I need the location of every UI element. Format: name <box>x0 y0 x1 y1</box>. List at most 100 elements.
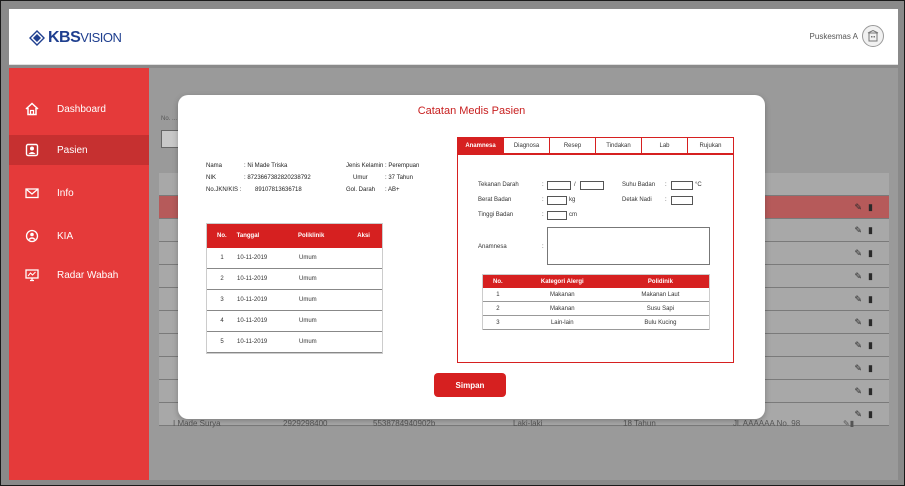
tab-resep[interactable]: Resep <box>550 138 596 153</box>
tab-rujukan[interactable]: Rujukan <box>688 138 733 153</box>
row-actions[interactable]: ✎▮ <box>855 225 880 236</box>
cell-tanggal: 10-11-2019 <box>237 255 268 261</box>
cell-no: 3 <box>220 297 224 303</box>
sidebar-item-info[interactable]: Info <box>9 178 149 208</box>
row-actions[interactable]: ✎▮ <box>855 317 880 328</box>
row-name: I Made Surya <box>173 419 221 428</box>
colon: : <box>665 182 667 188</box>
tab-lab[interactable]: Lab <box>642 138 688 153</box>
cell-tanggal: 10-11-2019 <box>237 339 268 345</box>
tab-anamnesa[interactable]: Anamnesa <box>458 138 504 153</box>
sidebar-item-dashboard[interactable]: Dashboard <box>9 94 149 124</box>
home-icon <box>25 102 39 116</box>
table-row[interactable]: 1 10-11-2019 Umum <box>207 248 382 269</box>
sidebar-item-radar-wabah[interactable]: Radar Wabah <box>9 260 149 290</box>
table-row[interactable]: 3 Lain-lain Bulu Kucing <box>483 316 709 330</box>
cm-unit: cm <box>569 212 577 218</box>
medical-record-modal: Catatan Medis Pasien Nama : Ni Made Tris… <box>178 95 765 419</box>
col-no: No. <box>216 233 227 239</box>
row-phone: 2929298400 <box>283 419 328 428</box>
logo[interactable]: KBSVISION <box>29 29 122 47</box>
cell-polidinik: Susu Sapi <box>646 305 675 312</box>
row-actions[interactable]: ✎▮ <box>855 386 880 397</box>
tekanan-label: Tekanan Darah <box>478 182 519 188</box>
slash: / <box>574 182 576 188</box>
row-actions[interactable]: ✎▮ <box>855 248 880 259</box>
visit-table: No. Tanggal Poliklinik Aksi 1 10-11-2019… <box>206 223 383 354</box>
colon: : <box>542 182 544 188</box>
sidebar-item-pasien[interactable]: Pasien <box>9 135 149 165</box>
umur-label: Umur <box>353 175 368 181</box>
mail-icon <box>25 186 39 200</box>
cell-poliklinik: Umum <box>299 255 317 261</box>
suhu-input[interactable] <box>671 181 693 190</box>
cell-no: 1 <box>220 255 224 261</box>
row-gender: Laki-laki <box>513 419 543 428</box>
row-age: 18 Tahun <box>623 419 656 428</box>
allergy-table: No. Kategori Alergi Polidinik 1 Makanan … <box>482 274 710 330</box>
cell-poliklinik: Umum <box>299 276 317 282</box>
diastolic-input[interactable] <box>580 181 604 190</box>
logo-text: KBSVISION <box>48 29 122 47</box>
sidebar-item-kia[interactable]: KIA <box>9 221 149 251</box>
top-bar: KBSVISION Puskesmas A <box>9 9 898 65</box>
umur-value: : 37 Tahun <box>385 175 413 181</box>
avatar[interactable] <box>862 25 884 47</box>
tinggi-input[interactable] <box>547 211 567 220</box>
tab-diagnosa[interactable]: Diagnosa <box>504 138 550 153</box>
row-address: Jl. AAAAAA No. 98 <box>733 419 801 428</box>
sidebar: Dashboard Pasien Info KIA Radar Wabah <box>9 68 149 480</box>
logo-sub: VISION <box>80 30 122 45</box>
nadi-input[interactable] <box>671 196 693 205</box>
jkn-value: 89107813636718 <box>255 187 302 193</box>
building-icon <box>867 30 879 42</box>
table-row[interactable]: 4 10-11-2019 Umum <box>207 311 382 332</box>
row-actions[interactable]: ✎▮ <box>855 363 880 374</box>
tab-tindakan[interactable]: Tindakan <box>596 138 642 153</box>
row-actions[interactable]: ✎▮ <box>855 294 880 305</box>
berat-input[interactable] <box>547 196 567 205</box>
colon: : <box>542 244 544 250</box>
col-kategori: Kategori Alergi <box>540 278 584 285</box>
row-actions[interactable]: ✎▮ <box>843 419 854 428</box>
col-polidinik: Polidinik <box>647 278 673 285</box>
table-row[interactable]: 2 Makanan Susu Sapi <box>483 302 709 316</box>
nadi-label: Detak Nadi <box>622 197 652 203</box>
sidebar-item-label: KIA <box>57 230 74 242</box>
row-id: 5538784940902b <box>373 419 436 428</box>
col-aksi: Aksi <box>357 233 370 239</box>
row-actions[interactable]: ✎▮ <box>855 271 880 282</box>
colon: : <box>665 197 667 203</box>
anamnesa-textarea[interactable] <box>547 227 710 265</box>
gol-value: : AB+ <box>385 187 400 193</box>
cell-tanggal: 10-11-2019 <box>237 318 268 324</box>
berat-label: Berat Badan <box>478 197 512 203</box>
record-tabs: Anamnesa Diagnosa Resep Tindakan Lab Ruj… <box>457 137 734 154</box>
sidebar-item-label: Info <box>57 187 74 199</box>
table-row[interactable]: 1 Makanan Makanan Laut <box>483 288 709 302</box>
cell-tanggal: 10-11-2019 <box>237 297 268 303</box>
anamnesa-label: Anamnesa <box>478 244 507 250</box>
visit-table-header: No. Tanggal Poliklinik Aksi <box>207 224 382 248</box>
last-table-row[interactable]: I Made Surya 2929298400 5538784940902b L… <box>173 419 879 428</box>
user-menu[interactable]: Puskesmas A <box>810 25 884 47</box>
kg-unit: kg <box>569 197 576 203</box>
table-row[interactable]: 2 10-11-2019 Umum <box>207 269 382 290</box>
screen-frame: KBSVISION Puskesmas A Dashboard Pasien I… <box>0 0 905 486</box>
cell-kategori: Lain-lain <box>550 319 574 326</box>
modal-title: Catatan Medis Pasien <box>417 105 526 117</box>
cell-no: 4 <box>220 318 224 324</box>
cell-kategori: Makanan <box>549 291 575 298</box>
colon: : <box>542 197 544 203</box>
table-row[interactable]: 5 10-11-2019 Umum <box>207 332 382 353</box>
user-name: Puskesmas A <box>809 31 858 41</box>
systolic-input[interactable] <box>547 181 571 190</box>
col-poliklinik: Poliklinik <box>297 233 325 239</box>
table-row[interactable]: 3 10-11-2019 Umum <box>207 290 382 311</box>
save-button[interactable]: Simpan <box>434 373 506 397</box>
gol-label: Gol. Darah <box>346 187 376 193</box>
row-actions[interactable]: ✎▮ <box>855 202 880 213</box>
col-no: No. <box>493 278 503 285</box>
logo-main: KBS <box>48 29 81 46</box>
row-actions[interactable]: ✎▮ <box>855 340 880 351</box>
